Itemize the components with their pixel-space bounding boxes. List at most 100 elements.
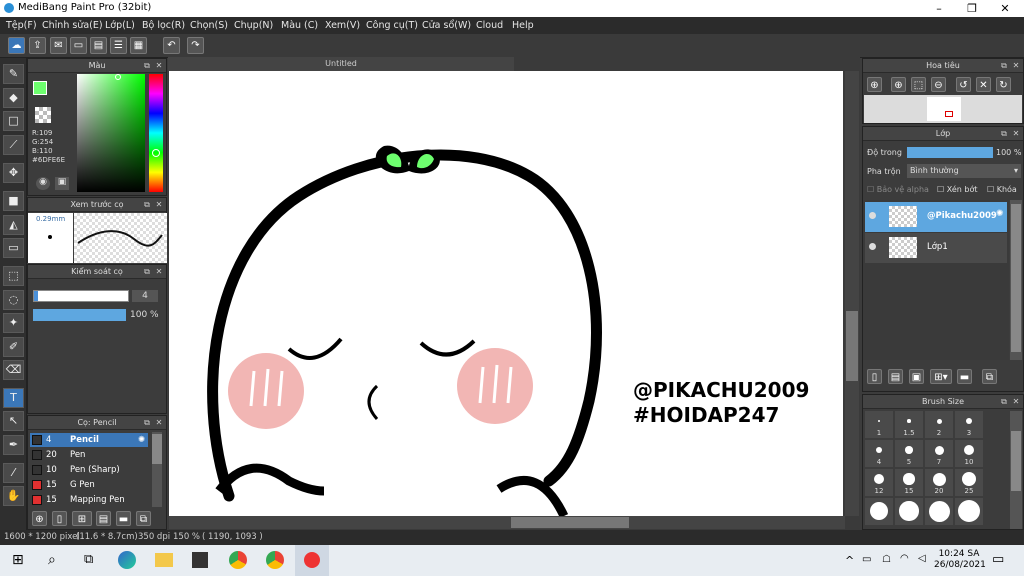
brush-menu-icon[interactable]: ⊞ [72, 511, 92, 526]
select-pen-tool-icon[interactable]: ✐ [3, 337, 24, 357]
menu-window[interactable]: Cửa sổ(W) [422, 20, 471, 31]
brush-size-cell[interactable]: 10 [955, 440, 983, 467]
float-icon[interactable]: ⧉ [999, 397, 1009, 407]
navigator-preview[interactable] [864, 95, 1022, 123]
duplicate-icon[interactable]: ⧉ [136, 511, 151, 526]
blend-mode-select[interactable]: Bình thường ▾ [907, 164, 1021, 178]
grid-icon[interactable]: ▦ [130, 37, 147, 54]
network-icon[interactable]: ☖ [882, 554, 891, 565]
brush-item[interactable]: 4 Pencil ✺ [30, 433, 148, 447]
brush-size-cell[interactable]: 4 [865, 440, 893, 467]
brush-item[interactable]: 10 Pen (Sharp) [30, 463, 148, 477]
color-picker-cursor[interactable] [115, 74, 121, 80]
new-brush-icon[interactable]: ▯ [52, 511, 67, 526]
swatch-icon[interactable]: ▣ [55, 177, 69, 190]
store-icon[interactable] [192, 552, 208, 568]
menu-color[interactable]: Màu (C) [281, 20, 318, 31]
hand-tool-icon[interactable]: ✋ [3, 486, 24, 506]
eyedropper-tool-icon[interactable]: ⁄ [3, 463, 24, 483]
clip-checkbox[interactable]: ☐ Xén bớt [937, 185, 977, 194]
menu-file[interactable]: Tệp(F) [6, 20, 37, 31]
new-halftone-layer-icon[interactable]: ▤ [888, 369, 903, 384]
float-icon[interactable]: ⧉ [142, 267, 152, 277]
zoom-in-icon[interactable]: ⊕ [867, 77, 882, 92]
new-layer-icon[interactable]: ▯ [867, 369, 882, 384]
close-panel-icon[interactable]: ✕ [154, 200, 164, 210]
close-panel-icon[interactable]: ✕ [1011, 61, 1021, 71]
navigator-viewport[interactable] [945, 111, 953, 117]
redo-icon[interactable]: ↷ [187, 37, 204, 54]
select-rect-tool-icon[interactable]: ⬚ [3, 266, 24, 286]
fill-rect-tool-icon[interactable]: ■ [3, 191, 24, 211]
gear-icon[interactable]: ✺ [996, 209, 1004, 219]
menu-edit[interactable]: Chỉnh sửa(E) [42, 20, 103, 31]
brush-tool-icon[interactable]: ✎ [3, 64, 24, 84]
edge-browser-icon[interactable] [118, 551, 136, 569]
brush-size-cell[interactable]: 1 [865, 411, 893, 438]
bucket-tool-icon[interactable]: ◭ [3, 215, 24, 235]
layer-row[interactable]: Lớp1 [865, 233, 1007, 263]
menu-help[interactable]: Help [512, 20, 534, 31]
brush-size-slider[interactable] [33, 290, 129, 302]
lasso-tool-icon[interactable]: ◌ [3, 290, 24, 310]
comment-icon[interactable]: ✉ [50, 37, 67, 54]
rotate-left-icon[interactable]: ↺ [956, 77, 971, 92]
brush-size-cell[interactable]: 20 [925, 469, 953, 496]
close-panel-icon[interactable]: ✕ [154, 61, 164, 71]
eraser-tool-icon[interactable]: ◆ [3, 88, 24, 108]
document-icon[interactable]: ▤ [90, 37, 107, 54]
menu-layer[interactable]: Lớp(L) [105, 20, 135, 31]
horizontal-scrollbar[interactable] [169, 516, 845, 529]
layer-folder-icon[interactable]: ▬ [957, 369, 972, 384]
rotate-right-icon[interactable]: ↻ [996, 77, 1011, 92]
brush-item[interactable]: 15 G Pen [30, 478, 148, 492]
brush-size-cell[interactable]: 15 [895, 469, 923, 496]
close-panel-icon[interactable]: ✕ [1011, 129, 1021, 139]
gear-icon[interactable]: ✺ [138, 433, 145, 447]
magic-wand-tool-icon[interactable]: ✦ [3, 313, 24, 333]
flip-icon[interactable]: ✕ [976, 77, 991, 92]
chrome-profile-icon[interactable] [266, 551, 284, 569]
brush-size-cell[interactable]: 25 [955, 469, 983, 496]
menu-select[interactable]: Chọn(S) [190, 20, 228, 31]
saturation-value-picker[interactable] [77, 74, 145, 192]
brush-size-cell[interactable]: 5 [895, 440, 923, 467]
new-8bit-layer-icon[interactable]: ▣ [909, 369, 924, 384]
layer-row[interactable]: @Pikachu2009 ✺ [865, 202, 1007, 232]
gradient-tool-icon[interactable]: ▭ [3, 238, 24, 258]
brush-opacity-slider[interactable] [33, 309, 126, 321]
brush-size-cell[interactable] [955, 498, 983, 525]
brush-size-cell[interactable] [865, 498, 893, 525]
search-icon[interactable]: ⌕ [48, 552, 56, 568]
brush-size-cell[interactable] [925, 498, 953, 525]
chrome-icon[interactable] [229, 551, 247, 569]
brush-list-scrollbar[interactable] [152, 432, 162, 507]
visibility-icon[interactable] [869, 243, 876, 250]
list-icon[interactable]: ☰ [110, 37, 127, 54]
line-tool-icon[interactable]: ⟋ [3, 135, 24, 155]
hue-slider[interactable] [149, 74, 163, 192]
menu-cloud[interactable]: Cloud [476, 20, 503, 31]
hue-handle[interactable] [152, 149, 160, 157]
chat-icon[interactable]: ▭ [70, 37, 87, 54]
volume-icon[interactable]: ◁ [918, 553, 926, 564]
maximize-button[interactable]: ❐ [955, 0, 989, 17]
brush-size-cell[interactable]: 2 [925, 411, 953, 438]
zoom-in-2-icon[interactable]: ⊕ [891, 77, 906, 92]
minimize-button[interactable]: – [922, 0, 956, 17]
select-eraser-tool-icon[interactable]: ⌫ [3, 360, 24, 380]
float-icon[interactable]: ⧉ [142, 418, 152, 428]
chevron-up-icon[interactable]: ^ [845, 554, 854, 567]
file-explorer-icon[interactable] [155, 553, 173, 567]
windows-start-icon[interactable]: ⊞ [12, 553, 26, 567]
folder-icon[interactable]: ▬ [116, 511, 131, 526]
float-icon[interactable]: ⧉ [142, 200, 152, 210]
brush-size-cell[interactable] [895, 498, 923, 525]
brush-size-cell[interactable]: 1.5 [895, 411, 923, 438]
primary-color-swatch[interactable] [33, 81, 47, 95]
cloud-icon[interactable]: ☁ [8, 37, 25, 54]
layer-opacity-slider[interactable] [907, 147, 993, 158]
menu-filter[interactable]: Bộ lọc(R) [142, 20, 185, 31]
close-button[interactable]: ✕ [988, 0, 1022, 17]
clock[interactable]: 10:24 SA 26/08/2021 [934, 549, 986, 571]
